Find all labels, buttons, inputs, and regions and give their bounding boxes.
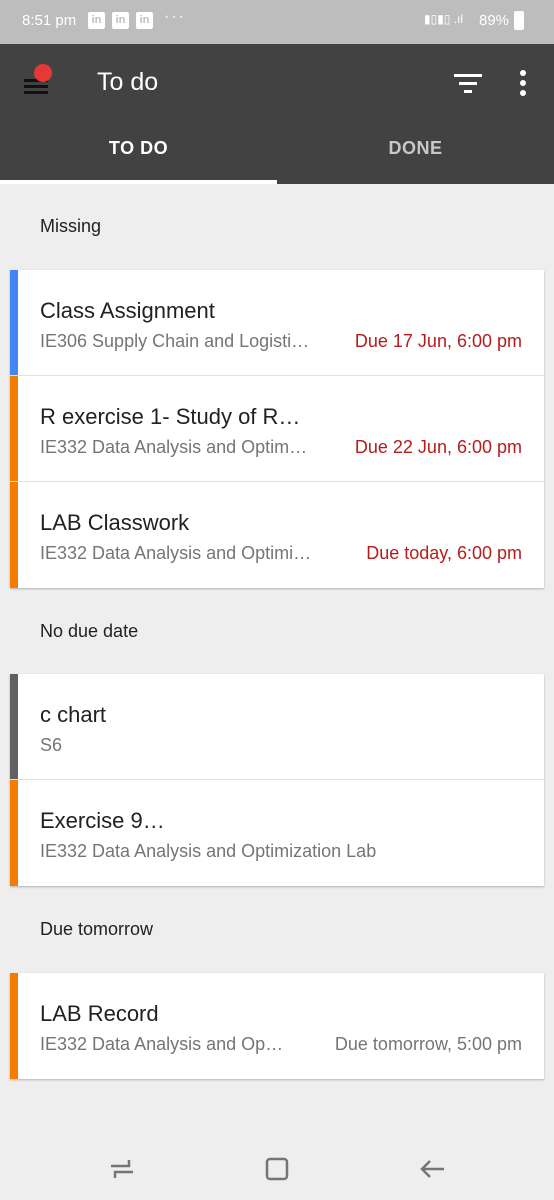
class-name: IE332 Data Analysis and Optimization Lab [40,841,377,861]
status-bar: 8:51 pm in in in ··· ▮▯▮▯ .ıl 89% [0,0,554,44]
linkedin-notification-icon: in [136,12,153,29]
assignment-title: c chart [40,702,107,727]
class-name: IE332 Data Analysis and Optimi… [40,543,312,563]
section-header-no-due-date: No due date [40,621,139,641]
assignment-item[interactable]: R exercise 1- Study of R… IE332 Data Ana… [10,376,544,482]
class-name: IE332 Data Analysis and Op… [40,1034,284,1054]
assignment-item[interactable]: LAB Classwork IE332 Data Analysis and Op… [10,482,544,588]
assignment-list-due-tomorrow: LAB Record IE332 Data Analysis and Op… D… [10,973,544,1079]
system-navigation-bar [0,1136,554,1200]
assignment-item[interactable]: c chart S6 [10,674,544,780]
back-icon[interactable] [417,1154,447,1184]
due-date: Due tomorrow, 5:00 pm [334,1034,522,1054]
battery-percentage: 89% [479,12,510,29]
app-bar: To do TO DO DONE [0,44,554,184]
assignment-list-no-due-date: c chart S6 Exercise 9… IE332 Data Analys… [10,674,544,886]
assignment-title: LAB Classwork [40,510,190,535]
section-header-due-tomorrow: Due tomorrow [40,919,154,939]
battery-icon [514,11,524,30]
due-date: Due 22 Jun, 6:00 pm [354,437,522,457]
assignment-title: LAB Record [40,1001,159,1026]
signal-icon: ▮▯▮▯ .ıl [424,12,464,26]
assignment-item[interactable]: Exercise 9… IE332 Data Analysis and Opti… [10,780,544,886]
class-name: IE306 Supply Chain and Logisti… [40,331,310,351]
tab-done[interactable]: DONE [277,138,554,159]
recent-apps-icon[interactable] [107,1154,137,1184]
page-title: To do [97,68,159,96]
more-options-icon[interactable] [514,68,534,98]
menu-icon[interactable] [22,64,52,98]
more-notifications-icon: ··· [164,8,186,25]
assignment-item[interactable]: Class Assignment IE306 Supply Chain and … [10,270,544,376]
class-color-stripe [10,973,18,1079]
status-time: 8:51 pm [22,12,77,29]
class-color-stripe [10,482,18,588]
linkedin-notification-icon: in [112,12,129,29]
due-date: Due today, 6:00 pm [366,543,522,563]
tab-todo[interactable]: TO DO [0,138,277,159]
assignment-title: Exercise 9… [40,808,165,833]
section-header-missing: Missing [40,216,102,236]
class-color-stripe [10,376,18,481]
assignment-item[interactable]: LAB Record IE332 Data Analysis and Op… D… [10,973,544,1079]
assignment-title: R exercise 1- Study of R… [40,404,301,429]
class-color-stripe [10,780,18,886]
due-date: Due 17 Jun, 6:00 pm [354,331,522,351]
notification-dot-icon [34,64,52,82]
class-name: S6 [40,735,63,755]
assignment-title: Class Assignment [40,298,215,323]
home-icon[interactable] [262,1154,292,1184]
assignment-list-missing: Class Assignment IE306 Supply Chain and … [10,270,544,588]
class-name: IE332 Data Analysis and Optim… [40,437,308,457]
class-color-stripe [10,674,18,779]
tab-indicator [0,180,277,184]
linkedin-notification-icon: in [88,12,105,29]
filter-icon[interactable] [454,72,482,94]
class-color-stripe [10,270,18,375]
